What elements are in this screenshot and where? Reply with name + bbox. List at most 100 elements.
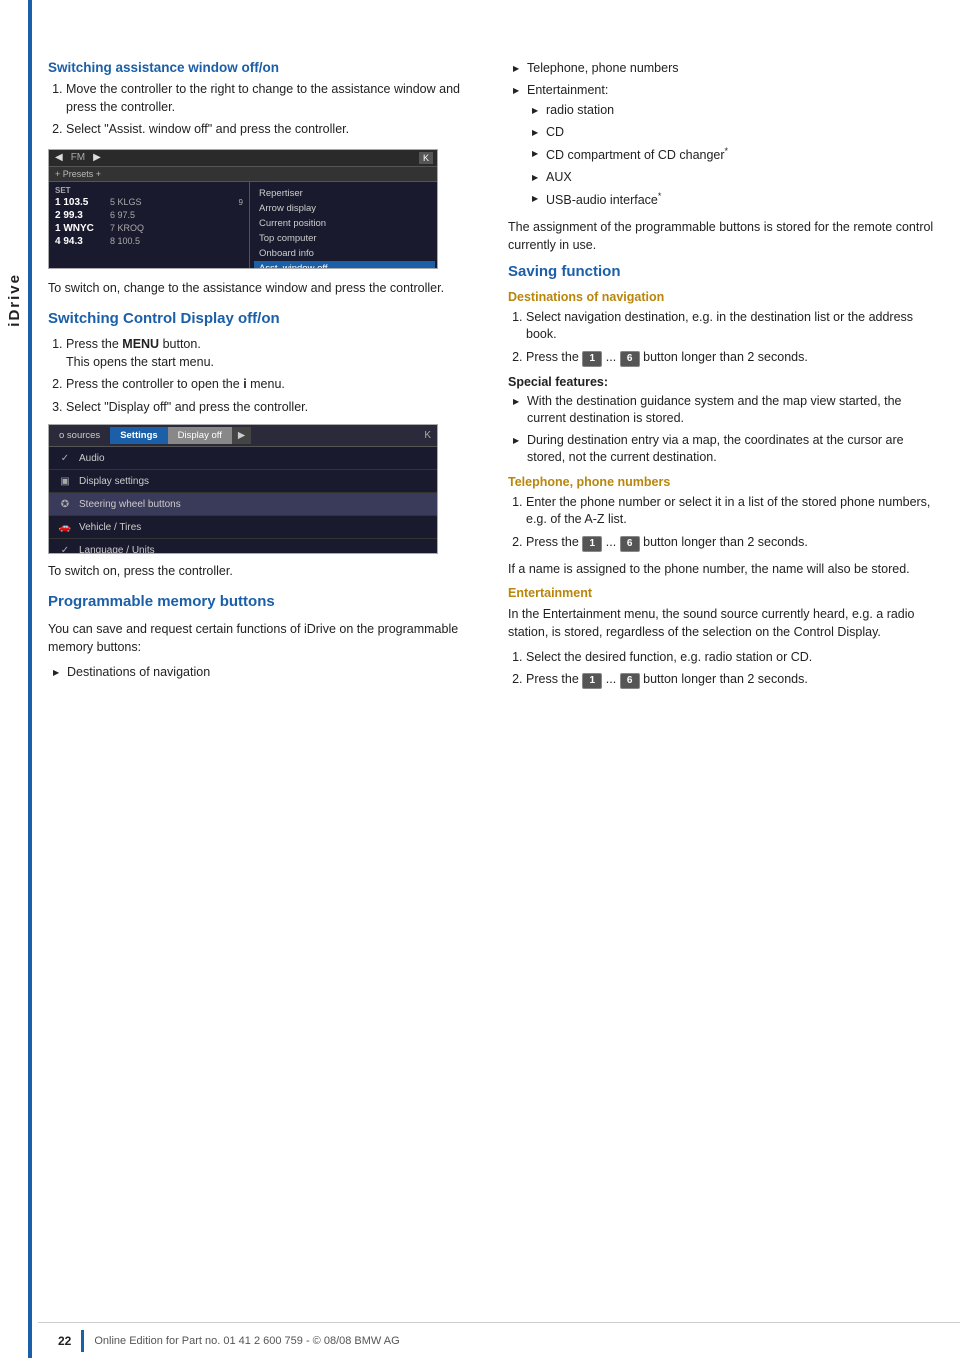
right-item-entertainment: Entertainment: radio station CD CD compa… [513,82,940,210]
tel-step-2: Press the 1 ... 6 button longer than 2 s… [526,534,940,552]
btn6-tel: 6 [620,536,640,552]
menu-top-computer: Top computer [254,231,435,246]
steering-icon: ✪ [57,496,73,512]
menu-asst-window: Asst. window off [254,261,435,269]
cd-step-3: Select "Display off" and press the contr… [66,399,478,417]
telephone-subtitle: Telephone, phone numbers [508,475,940,489]
programmable-list: Destinations of navigation [53,664,478,682]
cd-step-2: Press the controller to open the i menu. [66,376,478,394]
sources-tab: o sources [49,427,110,444]
menu-bold: MENU [122,337,159,351]
right-bullet-list: Telephone, phone numbers Entertainment: … [513,60,940,210]
radio-menu: Repertiser Arrow display Current positio… [249,182,438,269]
radio-main-area: SET 1 103.5 5 KLGS 9 2 99.3 6 97.5 [49,182,438,269]
assistance-note: To switch on, change to the assistance w… [48,279,478,297]
telephone-steps: Enter the phone number or select it in a… [526,494,940,552]
entertainment-section: Entertainment In the Entertainment menu,… [508,586,940,690]
btn6-ent: 6 [620,673,640,689]
audio-icon: ✓ [57,450,73,466]
special-features-label: Special features: [508,375,940,389]
menu-repertiser: Repertiser [254,186,435,201]
main-content: Switching assistance window off/on Move … [38,0,960,1358]
cd-steps: Press the MENU button.This opens the sta… [66,336,478,416]
dest-step-1: Select navigation destination, e.g. in t… [526,309,940,344]
language-item: ✓ Language / Units [49,539,437,554]
saving-function-title: Saving function [508,262,940,282]
section-assistance: Switching assistance window off/on Move … [48,60,478,297]
btn1-dest: 1 [582,351,602,367]
radio-settings-btn: K [419,152,433,164]
btn1-tel: 1 [582,536,602,552]
entertainment-steps: Select the desired function, e.g. radio … [526,649,940,690]
radio-stations: SET 1 103.5 5 KLGS 9 2 99.3 6 97.5 [49,182,249,269]
assistance-steps: Move the controller to the right to chan… [66,81,478,139]
settings-screenshot: o sources Settings Display off ▶ K ✓ Aud… [48,424,438,554]
tel-step-1: Enter the phone number or select it in a… [526,494,940,529]
feature-1: With the destination guidance system and… [513,393,940,428]
idrive-text: iDrive [6,273,23,327]
destinations-steps: Select navigation destination, e.g. in t… [526,309,940,367]
radio-arrow-left: ◀ [55,152,63,163]
stored-note: The assignment of the programmable butto… [508,218,940,254]
menu-current-pos: Current position [254,216,435,231]
telephone-section: Telephone, phone numbers Enter the phone… [508,475,940,578]
destinations-subtitle: Destinations of navigation [508,290,940,304]
section-assistance-title: Switching assistance window off/on [48,60,478,75]
radio-screenshot: ◀ FM ▶ K + Presets + SET 1 [48,149,438,269]
telephone-note: If a name is assigned to the phone numbe… [508,560,940,578]
blue-bar [28,0,32,1358]
radio-display: ◀ FM ▶ K + Presets + SET 1 [49,150,438,269]
settings-tab: Settings [110,427,167,444]
section-programmable: Programmable memory buttons You can save… [48,592,478,681]
btn1-ent: 1 [582,673,602,689]
asterisk2: * [658,191,662,201]
display-settings-item: ▣ Display settings [49,470,437,493]
section-control-display: Switching Control Display off/on Press t… [48,309,478,581]
footer-divider [81,1330,84,1352]
programmable-item-destinations: Destinations of navigation [53,664,478,682]
programmable-title: Programmable memory buttons [48,592,478,612]
section-cd-title: Switching Control Display off/on [48,309,478,329]
assistance-step-1: Move the controller to the right to chan… [66,81,478,116]
programmable-intro: You can save and request certain functio… [48,620,478,656]
ent-step-2: Press the 1 ... 6 button longer than 2 s… [526,671,940,689]
page-container: iDrive Switching assistance window off/o… [0,0,960,1358]
display-icon: ▣ [57,473,73,489]
left-column: Switching assistance window off/on Move … [38,60,498,1318]
steering-item: ✪ Steering wheel buttons [49,493,437,516]
assistance-step-2: Select "Assist. window off" and press th… [66,121,478,139]
radio-row-2: 2 99.3 6 97.5 [55,210,243,221]
asterisk1: * [725,146,729,156]
destinations-section: Destinations of navigation Select naviga… [508,290,940,467]
radio-row-1: 1 103.5 5 KLGS 9 [55,197,243,208]
radio-preset-bar: + Presets + [49,167,438,182]
display-off-tab: Display off [168,427,232,444]
vehicle-item: 🚗 Vehicle / Tires [49,516,437,539]
ent-usb: USB-audio interface* [532,190,940,210]
footer: 22 Online Edition for Part no. 01 41 2 6… [38,1322,960,1358]
radio-row-3: 1 WNYC 7 KROQ [55,223,243,234]
play-tab: ▶ [232,427,251,444]
special-features-list: With the destination guidance system and… [513,393,940,467]
radio-source: FM [71,152,85,163]
audio-item: ✓ Audio [49,447,437,470]
feature-2: During destination entry via a map, the … [513,432,940,467]
language-icon: ✓ [57,542,73,554]
footer-text: Online Edition for Part no. 01 41 2 600 … [94,1335,399,1347]
ent-cd: CD [532,124,940,142]
menu-onboard: Onboard info [254,246,435,261]
sidebar-label: iDrive [0,200,28,400]
ent-cd-changer: CD compartment of CD changer* [532,145,940,165]
entertainment-intro: In the Entertainment menu, the sound sou… [508,605,940,641]
set-label: SET [55,186,243,195]
settings-top-bar: o sources Settings Display off ▶ K [49,425,437,447]
saving-function: Saving function Destinations of navigati… [508,262,940,689]
radio-top-bar: ◀ FM ▶ K [49,150,438,167]
right-column: Telephone, phone numbers Entertainment: … [498,60,960,1318]
cd-note: To switch on, press the controller. [48,562,478,580]
ent-aux: AUX [532,169,940,187]
right-item-telephone: Telephone, phone numbers [513,60,940,78]
radio-row-4: 4 94.3 8 100.5 [55,236,243,247]
vehicle-icon: 🚗 [57,519,73,535]
btn6-dest: 6 [620,351,640,367]
